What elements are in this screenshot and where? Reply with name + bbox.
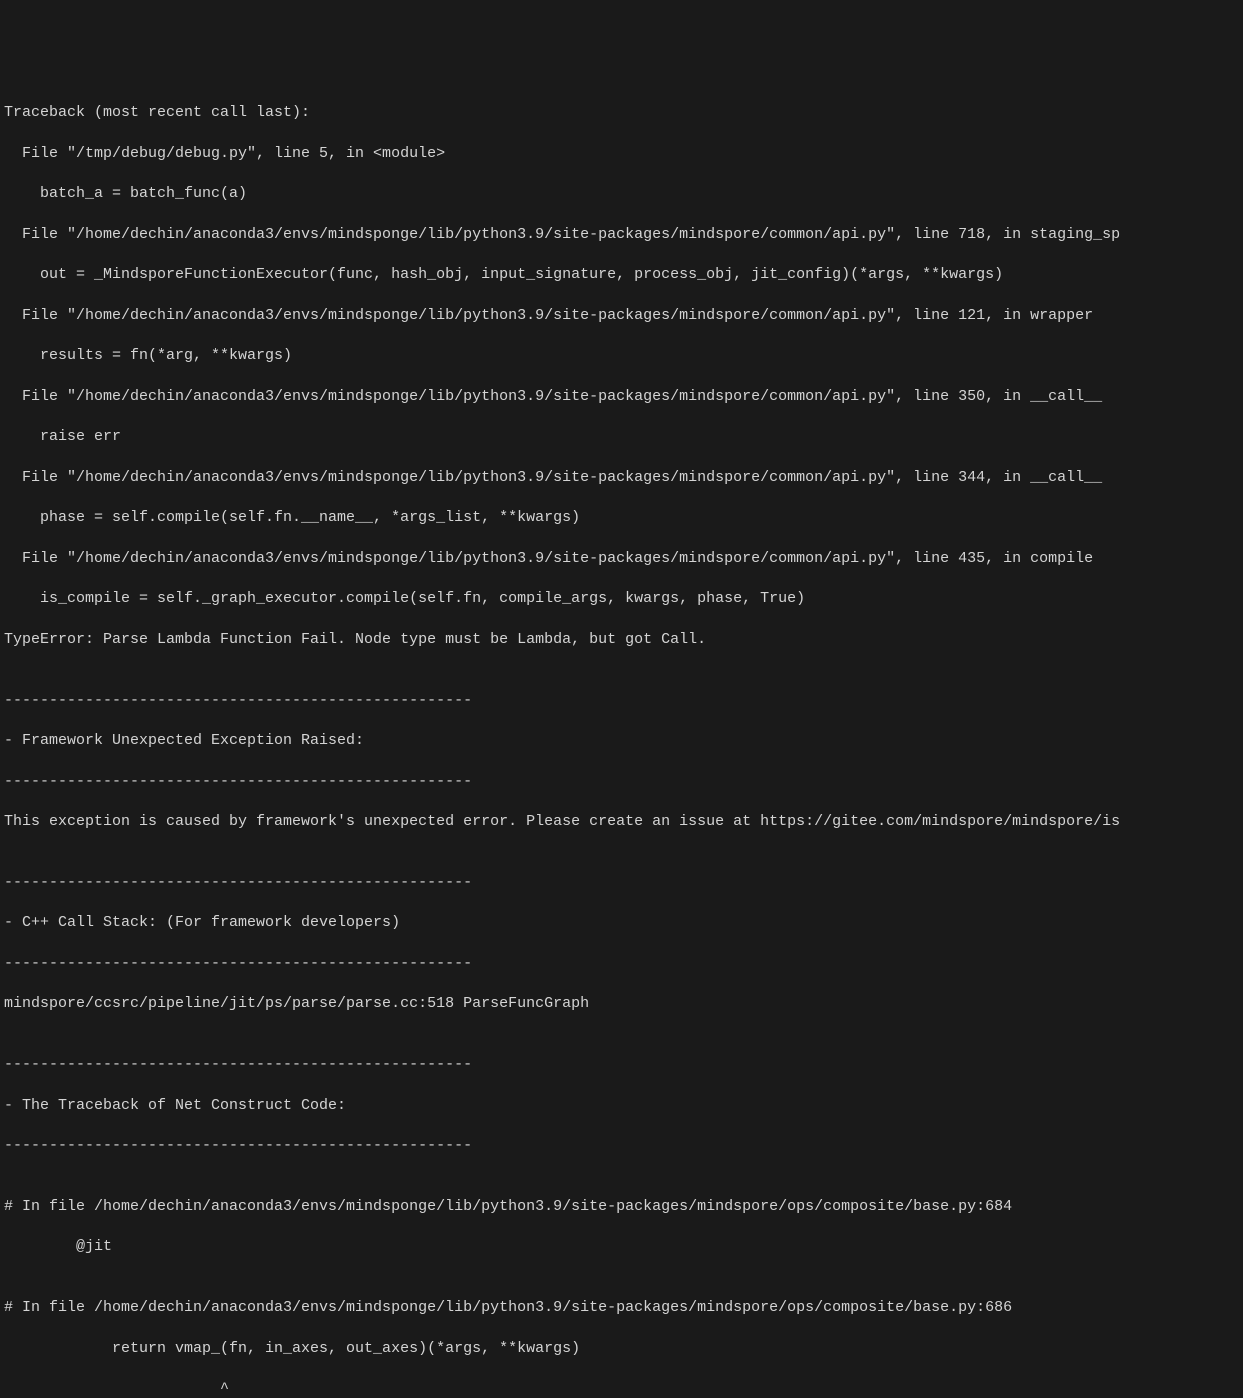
frame-0-code: batch_a = batch_func(a): [4, 184, 1243, 204]
frame-3-code: raise err: [4, 427, 1243, 447]
separator: ----------------------------------------…: [4, 1055, 1243, 1075]
frame-5-code: is_compile = self._graph_executor.compil…: [4, 589, 1243, 609]
separator: ----------------------------------------…: [4, 772, 1243, 792]
frame-1-code: out = _MindsporeFunctionExecutor(func, h…: [4, 265, 1243, 285]
framework-heading: - Framework Unexpected Exception Raised:: [4, 731, 1243, 751]
separator: ----------------------------------------…: [4, 691, 1243, 711]
error-line: TypeError: Parse Lambda Function Fail. N…: [4, 630, 1243, 650]
infile-2-caret: ^: [4, 1379, 1243, 1398]
infile-2: # In file /home/dechin/anaconda3/envs/mi…: [4, 1298, 1243, 1318]
frame-1-file: File "/home/dechin/anaconda3/envs/mindsp…: [4, 225, 1243, 245]
separator: ----------------------------------------…: [4, 1136, 1243, 1156]
cpp-heading: - C++ Call Stack: (For framework develop…: [4, 913, 1243, 933]
cpp-text: mindspore/ccsrc/pipeline/jit/ps/parse/pa…: [4, 994, 1243, 1014]
terminal-output: Traceback (most recent call last): File …: [4, 83, 1243, 1398]
frame-2-file: File "/home/dechin/anaconda3/envs/mindsp…: [4, 306, 1243, 326]
infile-2-code: return vmap_(fn, in_axes, out_axes)(*arg…: [4, 1339, 1243, 1359]
separator: ----------------------------------------…: [4, 873, 1243, 893]
frame-0-file: File "/tmp/debug/debug.py", line 5, in <…: [4, 144, 1243, 164]
nettrace-heading: - The Traceback of Net Construct Code:: [4, 1096, 1243, 1116]
separator: ----------------------------------------…: [4, 954, 1243, 974]
frame-4-code: phase = self.compile(self.fn.__name__, *…: [4, 508, 1243, 528]
infile-1-code: @jit: [4, 1237, 1243, 1257]
frame-2-code: results = fn(*arg, **kwargs): [4, 346, 1243, 366]
frame-4-file: File "/home/dechin/anaconda3/envs/mindsp…: [4, 468, 1243, 488]
frame-5-file: File "/home/dechin/anaconda3/envs/mindsp…: [4, 549, 1243, 569]
traceback-header: Traceback (most recent call last):: [4, 103, 1243, 123]
frame-3-file: File "/home/dechin/anaconda3/envs/mindsp…: [4, 387, 1243, 407]
framework-text: This exception is caused by framework's …: [4, 812, 1243, 832]
infile-1: # In file /home/dechin/anaconda3/envs/mi…: [4, 1197, 1243, 1217]
